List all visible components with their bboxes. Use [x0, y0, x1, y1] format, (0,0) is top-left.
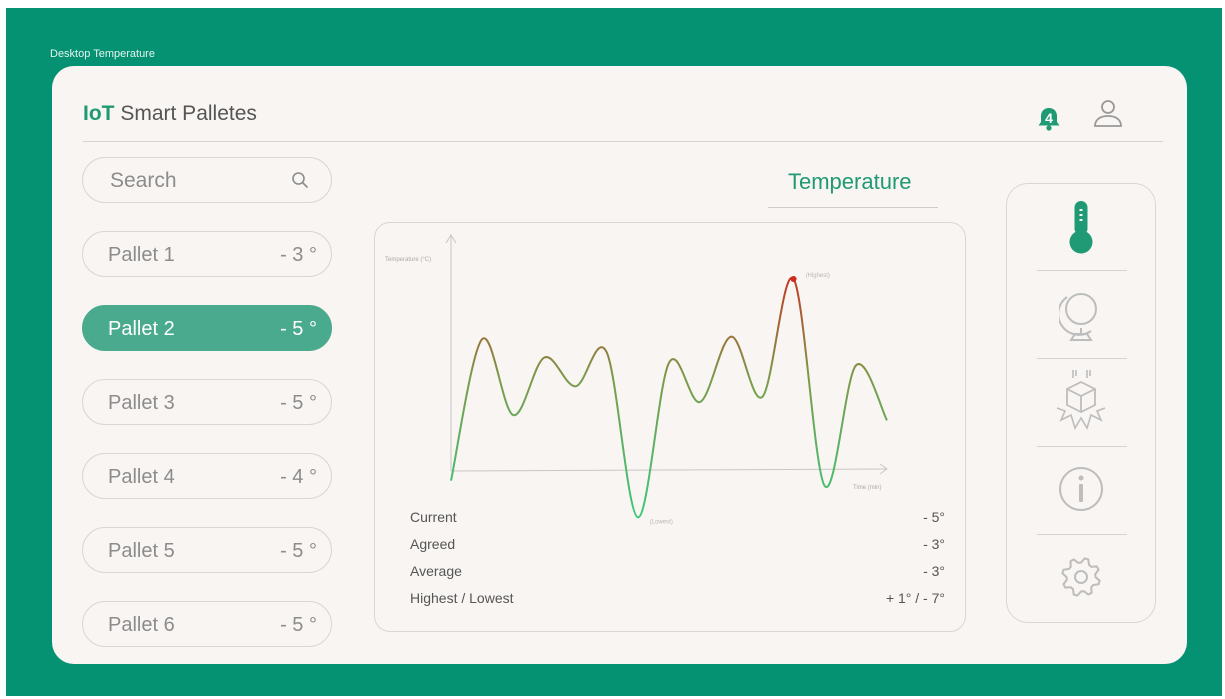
pallet-temp: - 3 °: [280, 244, 317, 266]
temperature-line: [450, 276, 888, 519]
search-icon[interactable]: [291, 171, 309, 189]
pallet-name: Pallet 3: [108, 392, 175, 414]
stat-value: + 1° / - 7°: [885, 590, 945, 606]
thermometer-icon: [1069, 201, 1093, 254]
pallet-name: Pallet 2: [108, 318, 175, 340]
pallet-temp: - 5 °: [280, 614, 317, 636]
stat-row-current: Current - 5°: [410, 509, 945, 536]
pallet-name: Pallet 1: [108, 244, 175, 266]
pallet-item-1[interactable]: Pallet 1 - 3 °: [82, 231, 332, 277]
pallet-item-5[interactable]: Pallet 5 - 5 °: [82, 527, 332, 573]
brand-bold: IoT: [83, 102, 115, 125]
stat-value: - 5°: [923, 509, 945, 525]
fragile-box-icon: [1056, 370, 1106, 430]
section-title: Temperature: [788, 169, 912, 194]
brand-rest: Smart Palletes: [120, 102, 257, 125]
main-card: IoT Smart Palletes 4 Pallet: [52, 66, 1187, 664]
pallet-name: Pallet 4: [108, 466, 175, 488]
stat-row-average: Average - 3°: [410, 563, 945, 590]
gear-icon: [1061, 557, 1101, 597]
user-icon[interactable]: [1092, 98, 1124, 130]
stat-label: Current: [410, 509, 457, 525]
nav-settings[interactable]: [1007, 534, 1155, 620]
app-frame: Desktop Temperature IoT Smart Palletes 4: [6, 8, 1222, 696]
temperature-chart-card: Temperature (°C) Time (min) (Highest) (L…: [374, 222, 966, 632]
notification-count: 4: [1045, 110, 1053, 126]
stat-label: Average: [410, 563, 462, 579]
stat-label: Agreed: [410, 536, 456, 552]
section-underline: [768, 207, 938, 208]
pallet-name: Pallet 5: [108, 540, 175, 562]
x-axis: [450, 468, 888, 472]
pallet-name: Pallet 6: [108, 614, 175, 636]
window-label: Desktop Temperature: [50, 48, 155, 60]
rail-divider: [1037, 270, 1127, 271]
notification-bell-icon[interactable]: 4: [1036, 106, 1062, 132]
nav-info[interactable]: [1007, 446, 1155, 532]
search-box[interactable]: [82, 157, 332, 203]
x-axis-label: Time (min): [853, 485, 881, 491]
pallet-item-6[interactable]: Pallet 6 - 5 °: [82, 601, 332, 647]
y-axis-label: Temperature (°C): [385, 257, 431, 263]
nav-location[interactable]: [1007, 272, 1155, 358]
stats-table: Current - 5° Agreed - 3° Average - 3° Hi…: [410, 509, 945, 617]
stat-row-agreed: Agreed - 3°: [410, 536, 945, 563]
info-icon: [1059, 467, 1103, 511]
pallet-temp: - 5 °: [280, 318, 317, 340]
stat-row-highest-lowest: Highest / Lowest + 1° / - 7°: [410, 590, 945, 617]
pallet-item-2[interactable]: Pallet 2 - 5 °: [82, 305, 332, 351]
side-nav-rail: [1006, 183, 1156, 623]
stat-label: Highest / Lowest: [410, 590, 514, 606]
search-input[interactable]: [108, 168, 282, 194]
nav-shock[interactable]: [1007, 358, 1155, 444]
stat-value: - 3°: [923, 536, 945, 552]
pallet-item-3[interactable]: Pallet 3 - 5 °: [82, 379, 332, 425]
highest-point: [790, 275, 797, 282]
brand-title: IoT Smart Palletes: [83, 102, 257, 126]
highest-annotation: (Highest): [806, 273, 830, 279]
pallet-item-4[interactable]: Pallet 4 - 4 °: [82, 453, 332, 499]
globe-icon: [1059, 293, 1097, 341]
header-divider: [83, 141, 1163, 142]
stat-value: - 3°: [923, 563, 945, 579]
nav-temperature[interactable]: [1007, 184, 1155, 270]
pallet-temp: - 5 °: [280, 540, 317, 562]
pallet-temp: - 5 °: [280, 392, 317, 414]
pallet-temp: - 4 °: [280, 466, 317, 488]
